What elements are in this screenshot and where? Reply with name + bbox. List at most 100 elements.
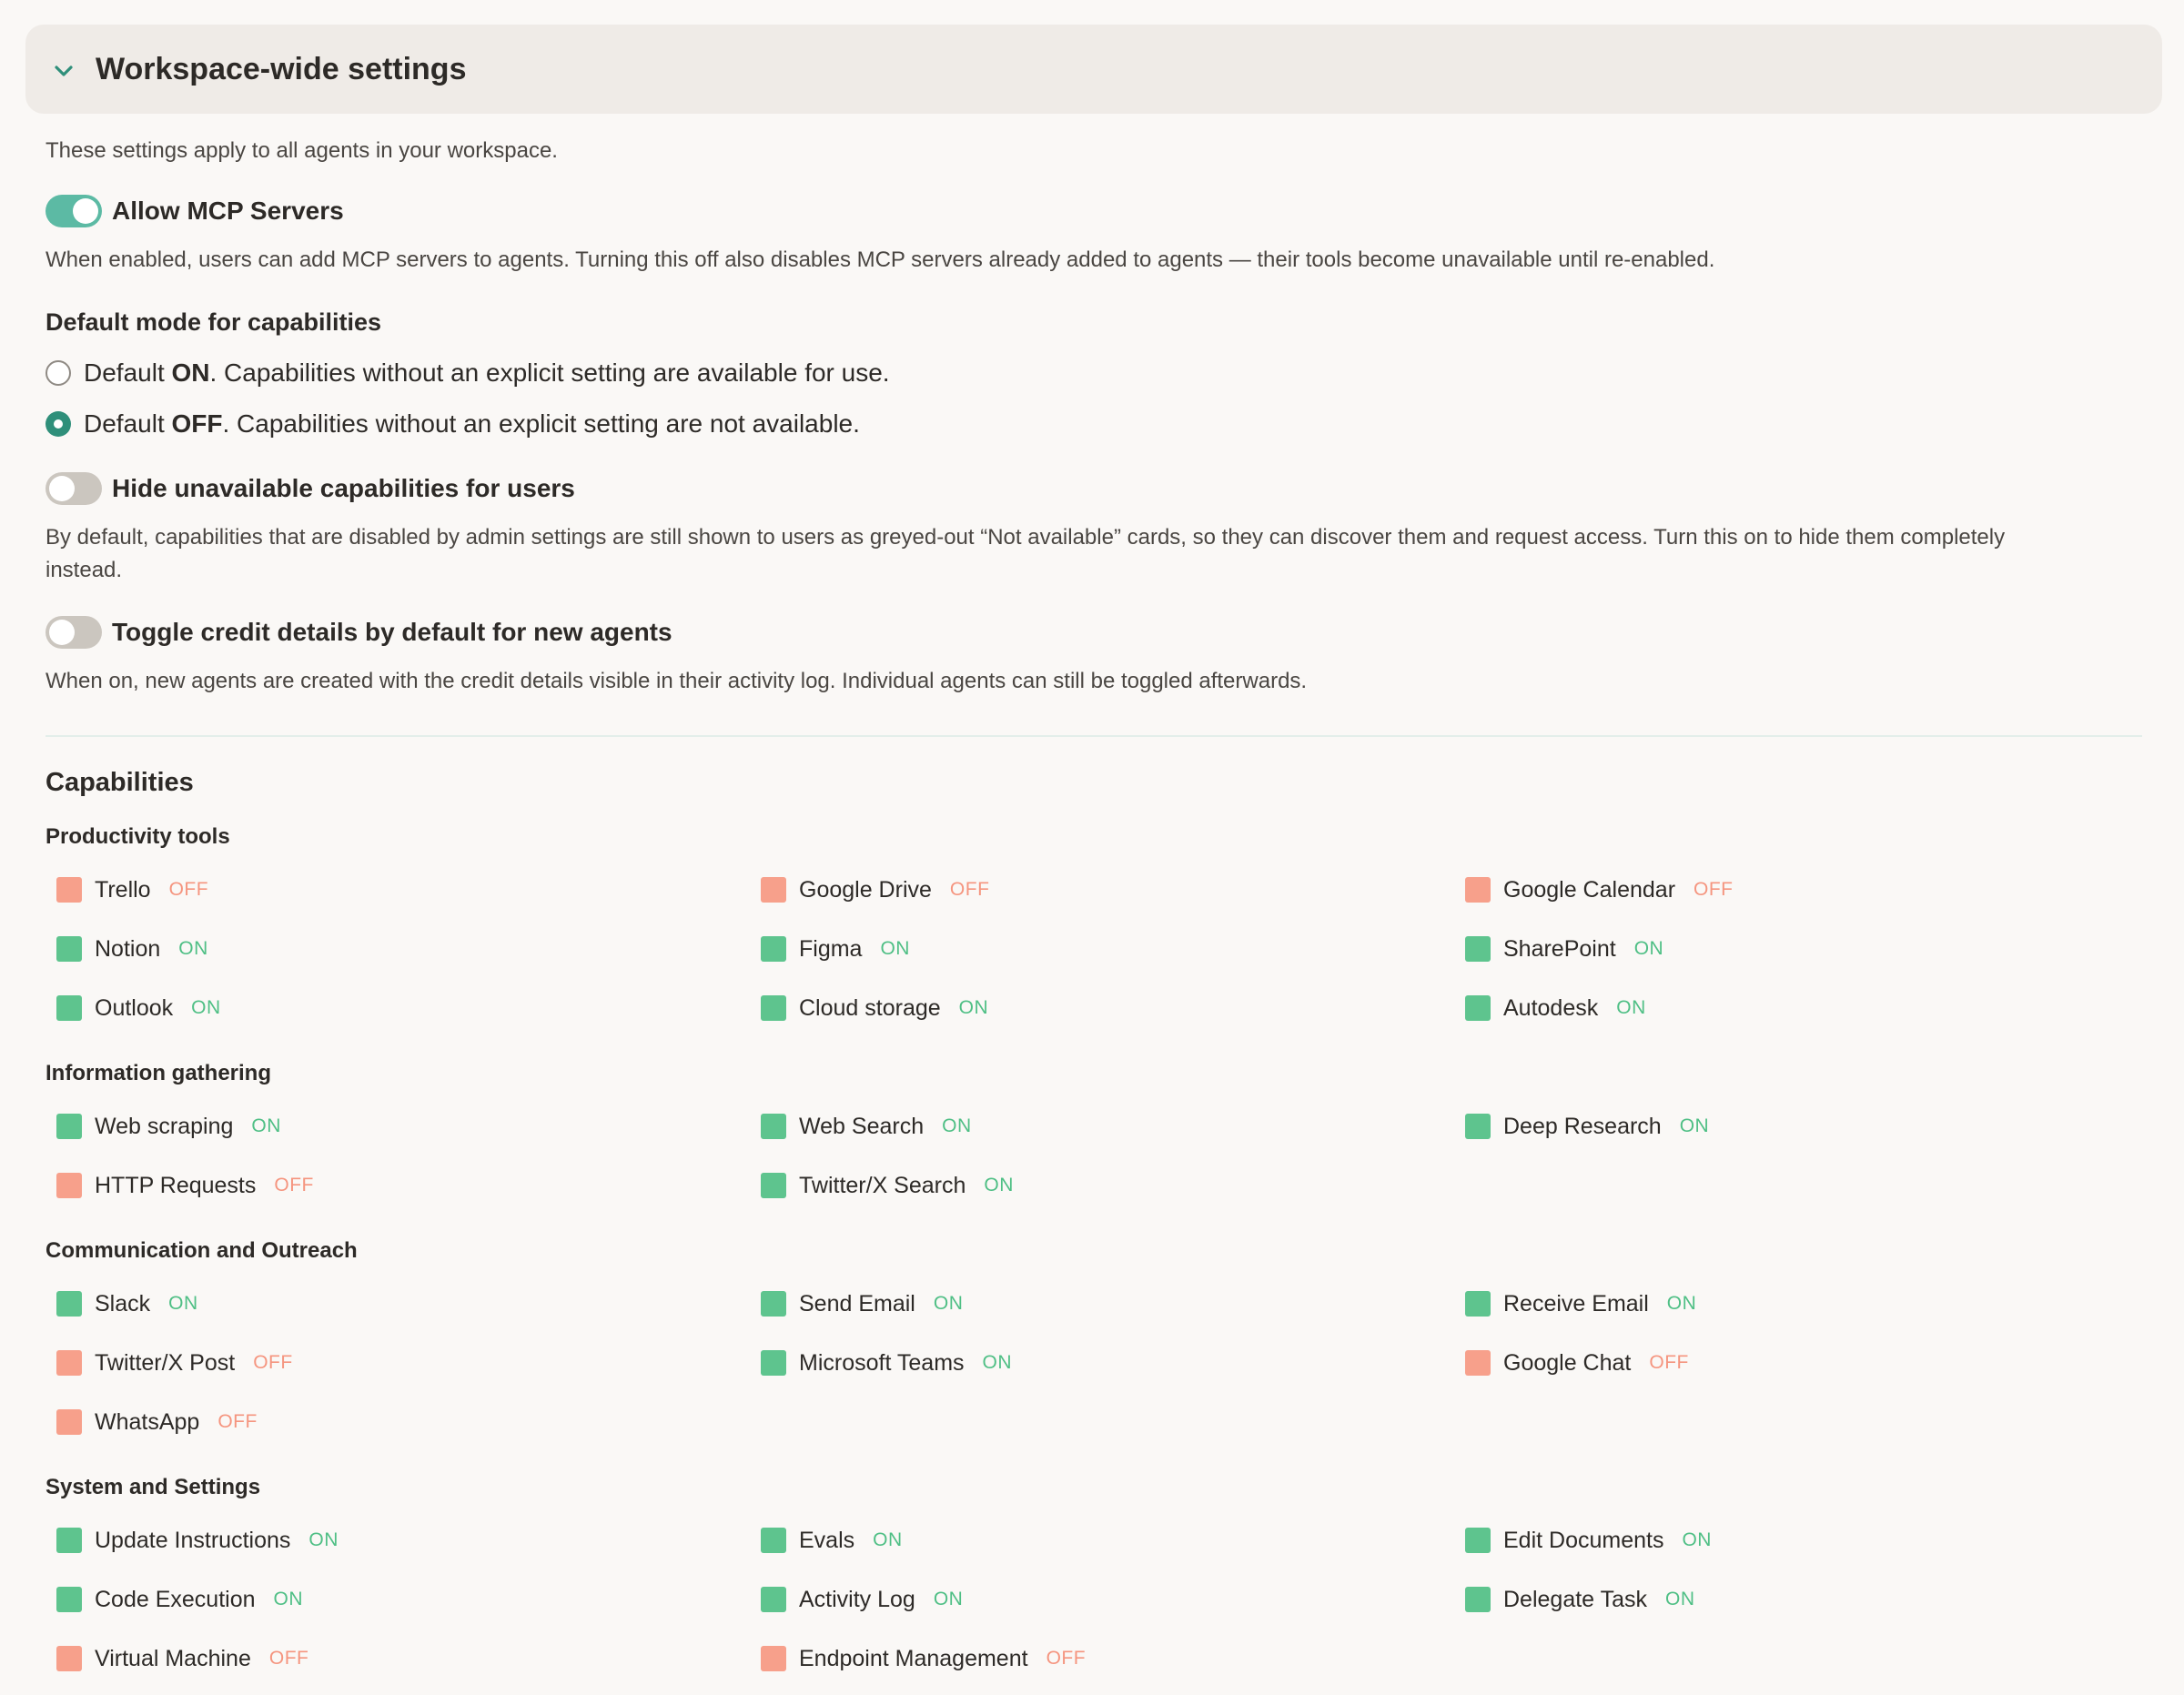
capability-name: HTTP Requests — [95, 1172, 257, 1198]
capability-sharepoint[interactable]: SharePoint ON — [1465, 933, 1663, 964]
capability-name: Trello — [95, 876, 151, 903]
capability-status-square — [1465, 1587, 1491, 1612]
capability-name: Code Execution — [95, 1586, 256, 1612]
capability-name: Outlook — [95, 994, 174, 1021]
capability-status-square — [56, 1350, 82, 1376]
capability-web-scraping[interactable]: Web scraping ON — [56, 1111, 281, 1142]
capability-state: ON — [1616, 997, 1646, 1018]
allow-mcp-servers-toggle[interactable] — [46, 195, 102, 227]
capability-twitter-x-post[interactable]: Twitter/X Post OFF — [56, 1347, 293, 1378]
capability-state: ON — [168, 1293, 198, 1314]
capability-state: ON — [251, 1115, 281, 1136]
capability-notion[interactable]: Notion ON — [56, 933, 208, 964]
capability-outlook[interactable]: Outlook ON — [56, 993, 221, 1024]
capability-name: Edit Documents — [1503, 1527, 1664, 1553]
capability-web-search[interactable]: Web Search ON — [761, 1111, 972, 1142]
capability-state: OFF — [268, 1648, 309, 1669]
default-on-label: Default ON. Capabilities without an expl… — [84, 358, 890, 387]
capability-google-calendar[interactable]: Google Calendar OFF — [1465, 874, 1734, 905]
capability-send-email[interactable]: Send Email ON — [761, 1288, 963, 1319]
credit-details-label: Toggle credit details by default for new… — [112, 618, 672, 646]
capability-state: ON — [984, 1175, 1014, 1196]
capability-state: ON — [308, 1529, 339, 1550]
allow-mcp-servers-label: Allow MCP Servers — [112, 197, 344, 225]
capability-state: ON — [1664, 1589, 1695, 1609]
toggle-knob — [73, 198, 98, 224]
capability-status-square — [56, 995, 82, 1021]
capability-deep-research[interactable]: Deep Research ON — [1465, 1111, 1709, 1142]
capability-state: ON — [1666, 1293, 1697, 1314]
capability-state: ON — [942, 1115, 972, 1136]
capability-status-square — [761, 1350, 786, 1376]
capability-status-square — [56, 1587, 82, 1612]
capability-state: ON — [178, 938, 208, 959]
capability-name: Delegate Task — [1503, 1586, 1647, 1612]
capability-virtual-machine[interactable]: Virtual Machine OFF — [56, 1643, 308, 1674]
capability-evals[interactable]: Evals ON — [761, 1525, 903, 1556]
capability-delegate-task[interactable]: Delegate Task ON — [1465, 1584, 1694, 1615]
capability-autodesk[interactable]: Autodesk ON — [1465, 993, 1646, 1024]
capability-whatsapp[interactable]: WhatsApp OFF — [56, 1407, 258, 1438]
capability-name: Virtual Machine — [95, 1645, 251, 1671]
capability-status-square — [56, 1173, 82, 1198]
chevron-down-icon[interactable] — [51, 58, 76, 84]
capability-state: ON — [273, 1589, 304, 1609]
capability-http-requests[interactable]: HTTP Requests OFF — [56, 1170, 314, 1201]
capability-name: Notion — [95, 935, 161, 962]
capability-name: Deep Research — [1503, 1113, 1662, 1139]
hide-unavailable-toggle[interactable] — [46, 472, 102, 505]
capability-status-square — [56, 1409, 82, 1435]
capability-update-instructions[interactable]: Update Instructions ON — [56, 1525, 339, 1556]
allow-mcp-servers-description: When enabled, users can add MCP servers … — [46, 247, 1715, 272]
capability-state: OFF — [1694, 879, 1734, 900]
toggle-knob — [49, 620, 75, 645]
capability-name: Google Chat — [1503, 1349, 1632, 1376]
capability-status-square — [761, 936, 786, 962]
capability-code-execution[interactable]: Code Execution ON — [56, 1584, 303, 1615]
capability-status-square — [56, 1291, 82, 1317]
capability-google-chat[interactable]: Google Chat OFF — [1465, 1347, 1689, 1378]
capability-receive-email[interactable]: Receive Email ON — [1465, 1288, 1696, 1319]
capability-trello[interactable]: Trello OFF — [56, 874, 208, 905]
capability-status-square — [56, 1528, 82, 1553]
capability-name: Receive Email — [1503, 1290, 1649, 1317]
capability-figma[interactable]: Figma ON — [761, 933, 910, 964]
capability-activity-log[interactable]: Activity Log ON — [761, 1584, 963, 1615]
settings-page: Workspace-wide settings These settings a… — [0, 0, 2184, 1695]
capability-name: Send Email — [799, 1290, 915, 1317]
capability-name: Cloud storage — [799, 994, 941, 1021]
capability-slack[interactable]: Slack ON — [56, 1288, 198, 1319]
capability-edit-documents[interactable]: Edit Documents ON — [1465, 1525, 1712, 1556]
capability-microsoft-teams[interactable]: Microsoft Teams ON — [761, 1347, 1012, 1378]
group-title-system: System and Settings — [46, 1475, 261, 1499]
capability-state: OFF — [1649, 1352, 1689, 1373]
default-on-radio[interactable] — [46, 360, 71, 386]
capability-name: SharePoint — [1503, 935, 1616, 962]
capability-status-square — [1465, 877, 1491, 903]
default-off-radio[interactable] — [46, 411, 71, 437]
capability-state: ON — [880, 938, 910, 959]
credit-details-toggle[interactable] — [46, 616, 102, 649]
group-title-productivity: Productivity tools — [46, 824, 230, 849]
capability-status-square — [1465, 1291, 1491, 1317]
capability-status-square — [1465, 936, 1491, 962]
capability-twitter-x-search[interactable]: Twitter/X Search ON — [761, 1170, 1014, 1201]
capability-state: OFF — [949, 879, 990, 900]
capability-state: OFF — [253, 1352, 293, 1373]
capability-state: ON — [933, 1589, 964, 1609]
toggle-knob — [49, 476, 75, 501]
capability-status-square — [761, 1587, 786, 1612]
capability-google-drive[interactable]: Google Drive OFF — [761, 874, 989, 905]
capability-name: Web scraping — [95, 1113, 234, 1139]
capability-cloud-storage[interactable]: Cloud storage ON — [761, 993, 988, 1024]
capability-status-square — [56, 877, 82, 903]
capability-name: Google Calendar — [1503, 876, 1676, 903]
capability-state: ON — [873, 1529, 903, 1550]
capability-status-square — [761, 1173, 786, 1198]
capability-status-square — [761, 1528, 786, 1553]
capability-endpoint-management[interactable]: Endpoint Management OFF — [761, 1643, 1086, 1674]
capability-state: ON — [958, 997, 989, 1018]
capability-name: Slack — [95, 1290, 151, 1317]
group-title-information-gathering: Information gathering — [46, 1061, 271, 1085]
hide-unavailable-label: Hide unavailable capabilities for users — [112, 474, 575, 502]
